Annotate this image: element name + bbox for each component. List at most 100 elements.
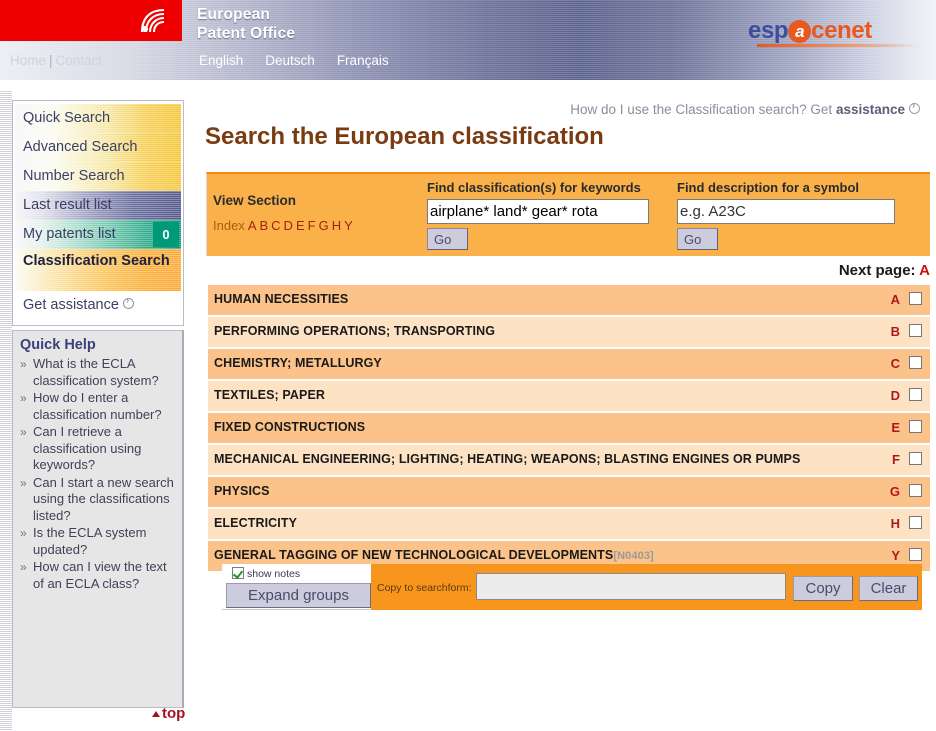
sidebar-item-advanced-search[interactable]: Advanced Search xyxy=(15,133,181,162)
epo-swirl-icon xyxy=(140,8,165,33)
copy-button[interactable]: Copy xyxy=(793,576,853,601)
quick-help-link[interactable]: » Can I retrieve a classification using … xyxy=(20,424,175,474)
classification-row[interactable]: FIXED CONSTRUCTIONS E xyxy=(208,413,930,443)
next-page-value[interactable]: A xyxy=(919,262,930,279)
sidebar-item-label: My patents list xyxy=(23,226,116,242)
index-letter-d[interactable]: D xyxy=(284,218,293,233)
back-to-top-link[interactable]: top xyxy=(152,705,185,722)
quick-help-link-label: Can I retrieve a classification using ke… xyxy=(33,424,142,472)
epo-logo-box[interactable] xyxy=(0,0,182,41)
utility-nav: Home | Contact xyxy=(10,53,102,68)
lang-francais[interactable]: Français xyxy=(337,53,389,68)
index-letter-a[interactable]: A xyxy=(248,218,257,233)
classification-checkbox[interactable] xyxy=(909,516,922,529)
triangle-up-icon xyxy=(152,711,160,717)
classification-letter: G xyxy=(889,484,900,499)
lang-deutsch[interactable]: Deutsch xyxy=(265,53,315,68)
index-letter-h[interactable]: H xyxy=(332,218,341,233)
classification-row[interactable]: HUMAN NECESSITIES A xyxy=(208,285,930,315)
quick-help-link[interactable]: » How do I enter a classification number… xyxy=(20,390,175,423)
classification-checkbox[interactable] xyxy=(909,420,922,433)
next-page-label: Next page: xyxy=(838,262,916,279)
double-chevron-icon: » xyxy=(20,526,27,540)
view-section-label: View Section xyxy=(213,193,297,208)
index-letter-b[interactable]: B xyxy=(259,218,268,233)
classification-title: TEXTILES; PAPER xyxy=(214,388,326,402)
sidebar-item-last-result-list[interactable]: Last result list xyxy=(15,191,181,220)
my-patents-count-badge: 0 xyxy=(153,222,179,247)
classification-title: PHYSICS xyxy=(214,484,270,498)
copy-to-searchform-input[interactable] xyxy=(476,573,786,600)
keyword-search-input[interactable] xyxy=(427,199,649,224)
classification-checkbox[interactable] xyxy=(909,452,922,465)
espacenet-logo-cenet: cenet xyxy=(811,17,872,44)
symbol-search-label: Find description for a symbol xyxy=(677,180,860,195)
classification-checkbox[interactable] xyxy=(909,356,922,369)
main-navigation-sidebar: Quick Search Advanced Search Number Sear… xyxy=(12,100,184,326)
classification-checkbox[interactable] xyxy=(909,548,922,561)
classification-section-list: HUMAN NECESSITIES A PERFORMING OPERATION… xyxy=(208,285,930,573)
sidebar-item-classification-search[interactable]: Classification Search xyxy=(15,249,181,291)
at-sign-icon: a xyxy=(788,20,812,43)
language-nav: English Deutsch Français xyxy=(199,53,411,68)
classification-title: CHEMISTRY; METALLURGY xyxy=(214,356,382,370)
quick-help-link[interactable]: » Can I start a new search using the cla… xyxy=(20,475,175,525)
index-letter-y[interactable]: Y xyxy=(344,218,353,233)
keyword-go-button[interactable]: Go xyxy=(427,228,468,250)
symbol-search-input[interactable] xyxy=(677,199,895,224)
header-spacer xyxy=(0,80,936,90)
copy-to-searchform-label: Copy to searchform: xyxy=(377,582,472,594)
sidebar-item-get-assistance[interactable]: Get assistance xyxy=(15,291,181,320)
classification-row[interactable]: PERFORMING OPERATIONS; TRANSPORTING B xyxy=(208,317,930,347)
nav-home-link[interactable]: Home xyxy=(10,53,46,68)
assistance-prompt-text: How do I use the Classification search? … xyxy=(570,102,833,117)
espacenet-logo[interactable]: esp a cenet xyxy=(748,17,872,45)
show-notes-checkbox[interactable] xyxy=(232,567,244,579)
classification-row[interactable]: TEXTILES; PAPER D xyxy=(208,381,930,411)
double-chevron-icon: » xyxy=(20,425,27,439)
toolbar-right-group: Copy to searchform: Copy Clear xyxy=(371,564,922,610)
arrow-right-circle-icon xyxy=(909,100,920,114)
index-letter-f[interactable]: F xyxy=(308,218,316,233)
nav-contact-link[interactable]: Contact xyxy=(56,53,103,68)
quick-help-link[interactable]: » What is the ECLA classification system… xyxy=(20,356,175,389)
keyword-search-group: Find classification(s) for keywords Go xyxy=(427,180,649,250)
index-letter-g[interactable]: G xyxy=(319,218,329,233)
lang-english[interactable]: English xyxy=(199,53,243,68)
search-panel: View Section Index A B C D E F G H Y Find classif… xyxy=(206,172,930,256)
index-letter-e[interactable]: E xyxy=(296,218,305,233)
assistance-link[interactable]: assistance xyxy=(836,102,905,117)
sidebar-item-my-patents-list[interactable]: My patents list 0 xyxy=(15,220,181,249)
at-glyph: a xyxy=(795,22,805,41)
classification-row[interactable]: PHYSICS G xyxy=(208,477,930,507)
quick-help-link[interactable]: » How can I view the text of an ECLA cla… xyxy=(20,559,175,592)
classification-checkbox[interactable] xyxy=(909,484,922,497)
org-line-2: Patent Office xyxy=(197,25,296,42)
classification-title: FIXED CONSTRUCTIONS xyxy=(214,420,366,434)
page-title: Search the European classification xyxy=(205,123,604,150)
arrow-right-circle-icon xyxy=(122,295,134,309)
classification-letter: H xyxy=(890,516,900,531)
sidebar-item-label: Classification Search xyxy=(23,253,170,269)
sidebar-item-quick-search[interactable]: Quick Search xyxy=(15,104,181,133)
double-chevron-icon: » xyxy=(20,560,27,574)
sidebar-item-number-search[interactable]: Number Search xyxy=(15,162,181,191)
clear-button[interactable]: Clear xyxy=(859,576,918,601)
index-letter-nav: Index A B C D E F G H Y xyxy=(213,218,353,233)
classification-letter: F xyxy=(892,452,900,467)
classification-checkbox[interactable] xyxy=(909,388,922,401)
show-notes-row[interactable]: show notes xyxy=(232,567,300,580)
classification-row[interactable]: ELECTRICITY H xyxy=(208,509,930,539)
expand-groups-button[interactable]: Expand groups xyxy=(226,583,371,608)
quick-help-link[interactable]: » Is the ECLA system updated? xyxy=(20,525,175,558)
classification-row[interactable]: CHEMISTRY; METALLURGY C xyxy=(208,349,930,379)
index-letter-c[interactable]: C xyxy=(271,218,280,233)
classification-checkbox[interactable] xyxy=(909,292,922,305)
sidebar-item-label: Number Search xyxy=(23,168,125,184)
quick-help-link-label: How do I enter a classification number? xyxy=(33,390,162,422)
classification-checkbox[interactable] xyxy=(909,324,922,337)
classification-row[interactable]: MECHANICAL ENGINEERING; LIGHTING; HEATIN… xyxy=(208,445,930,475)
symbol-go-button[interactable]: Go xyxy=(677,228,718,250)
sidebar-item-label: Get assistance xyxy=(23,297,119,313)
espacenet-logo-esp: esp xyxy=(748,17,789,44)
